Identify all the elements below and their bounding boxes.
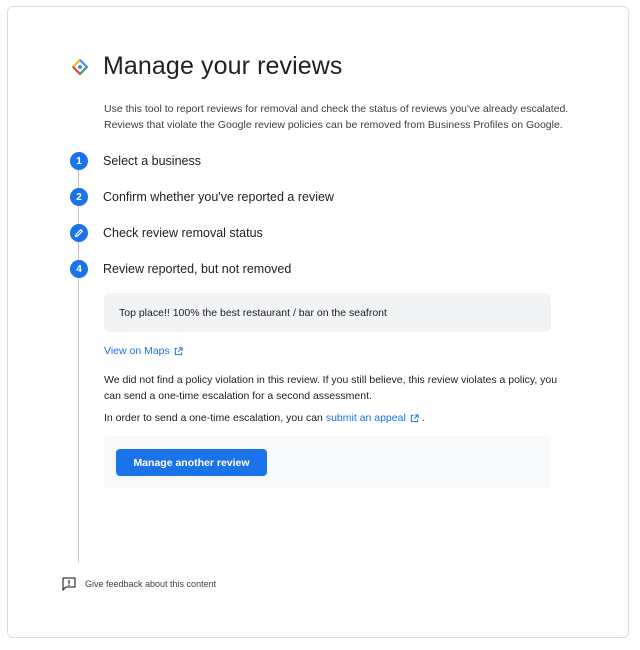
appeal-suffix: . bbox=[421, 412, 425, 424]
page-header: Manage your reviews bbox=[70, 52, 343, 81]
feedback-link[interactable]: Give feedback about this content bbox=[61, 576, 216, 592]
external-link-icon bbox=[174, 346, 183, 356]
google-business-logo-icon bbox=[70, 57, 90, 77]
step-label: Confirm whether you've reported a review bbox=[103, 190, 334, 204]
submit-appeal-label: submit an appeal bbox=[325, 412, 406, 424]
step-review-reported[interactable]: 4 Review reported, but not removed bbox=[70, 260, 291, 278]
manage-another-review-button[interactable]: Manage another review bbox=[116, 449, 267, 476]
step-label: Select a business bbox=[103, 154, 201, 168]
feedback-icon bbox=[61, 576, 77, 592]
review-quote: Top place!! 100% the best restaurant / b… bbox=[104, 293, 551, 332]
step-select-business[interactable]: 1 Select a business bbox=[70, 152, 201, 170]
pencil-icon bbox=[70, 224, 88, 242]
step-number: 1 bbox=[70, 152, 88, 170]
feedback-label: Give feedback about this content bbox=[85, 579, 217, 589]
appeal-prefix: In order to send a one-time escalation, … bbox=[104, 412, 323, 424]
submit-appeal-link[interactable]: submit an appeal bbox=[326, 410, 419, 426]
external-link-icon bbox=[410, 413, 419, 423]
view-on-maps-label: View on Maps bbox=[104, 345, 170, 357]
page-title: Manage your reviews bbox=[103, 52, 343, 80]
step-label: Check review removal status bbox=[103, 226, 263, 240]
step-confirm-reported[interactable]: 2 Confirm whether you've reported a revi… bbox=[70, 188, 334, 206]
step-number: 2 bbox=[70, 188, 88, 206]
result-message: We did not find a policy violation in th… bbox=[104, 374, 558, 402]
intro-text: Use this tool to report reviews for remo… bbox=[104, 103, 569, 131]
step-number: 4 bbox=[70, 260, 88, 278]
step-check-status[interactable]: Check review removal status bbox=[70, 224, 263, 242]
step-label: Review reported, but not removed bbox=[103, 262, 292, 276]
view-on-maps-link[interactable]: View on Maps bbox=[104, 345, 183, 357]
review-text: Top place!! 100% the best restaurant / b… bbox=[119, 306, 387, 319]
appeal-line: In order to send a one-time escalation, … bbox=[104, 410, 564, 426]
action-panel: Manage another review bbox=[104, 436, 551, 488]
